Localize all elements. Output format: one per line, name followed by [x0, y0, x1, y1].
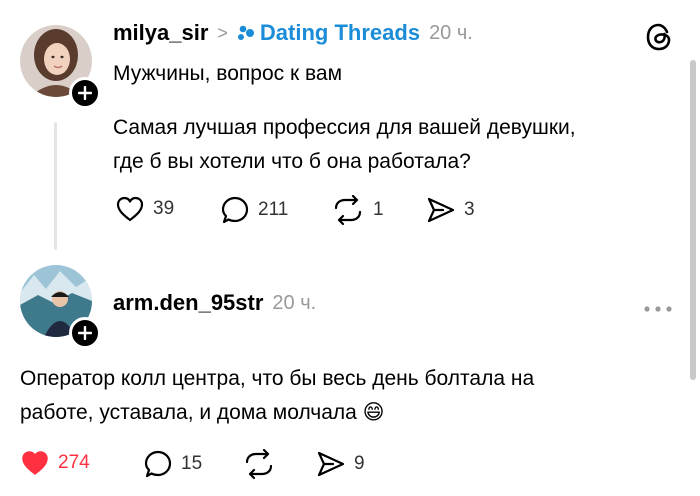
threads-logo-icon[interactable] — [644, 22, 674, 57]
reply-repost-button[interactable] — [242, 449, 276, 479]
header-separator: > — [217, 22, 228, 43]
heart-icon — [116, 196, 144, 222]
reply-body-line-1: Оператор колл центра, что бы весь день б… — [20, 367, 535, 390]
reply-like-count: 274 — [58, 452, 90, 473]
send-icon — [317, 451, 345, 477]
post-timestamp: 20 ч. — [429, 21, 473, 44]
post-reply-count: 211 — [258, 199, 289, 220]
post-repost-count: 1 — [373, 199, 384, 220]
post-header: milya_sir > Dating Threads 20 ч. — [113, 20, 473, 46]
post-reply-button[interactable]: 211 — [220, 195, 288, 225]
post-share-button[interactable]: 3 — [426, 195, 475, 225]
post-body-line-2: где б вы хотели что б она работала? — [113, 150, 471, 173]
thread-connector-line — [54, 122, 57, 250]
post-like-button[interactable]: 39 — [115, 195, 174, 223]
reply-reply-button[interactable]: 15 — [143, 449, 202, 479]
reply-reply-count: 15 — [181, 453, 203, 474]
post-title: Мужчины, вопрос к вам — [113, 62, 343, 85]
reply-like-button[interactable]: 274 — [20, 449, 90, 477]
follow-plus-button[interactable] — [69, 77, 101, 109]
community-icon — [237, 24, 255, 42]
post-body-line-1: Самая лучшая профессия для вашей девушки… — [113, 116, 576, 139]
scrollbar-thumb[interactable] — [690, 60, 696, 380]
reply-header: arm.den_95str 20 ч. — [113, 290, 316, 316]
reply-timestamp: 20 ч. — [272, 291, 317, 314]
reply-share-button[interactable]: 9 — [316, 449, 365, 479]
post-author-username[interactable]: milya_sir — [113, 20, 208, 46]
comment-icon — [144, 450, 172, 478]
plus-icon — [78, 326, 92, 340]
send-icon — [427, 197, 455, 223]
post-share-count: 3 — [464, 199, 475, 220]
reply-follow-plus-button[interactable] — [69, 317, 101, 349]
post-repost-button[interactable]: 1 — [331, 195, 384, 225]
community-name-link[interactable]: Dating Threads — [260, 20, 420, 46]
repost-icon — [334, 195, 362, 225]
reply-author-username[interactable]: arm.den_95str — [113, 290, 263, 316]
more-options-icon[interactable] — [643, 300, 673, 318]
plus-icon — [78, 86, 92, 100]
post-like-count: 39 — [153, 198, 175, 219]
reply-share-count: 9 — [354, 453, 365, 474]
reply-body-line-2: работе, уставала, и дома молчала 😄 — [20, 401, 385, 424]
comment-icon — [221, 196, 249, 224]
repost-icon — [245, 449, 273, 479]
heart-filled-icon — [22, 451, 48, 475]
